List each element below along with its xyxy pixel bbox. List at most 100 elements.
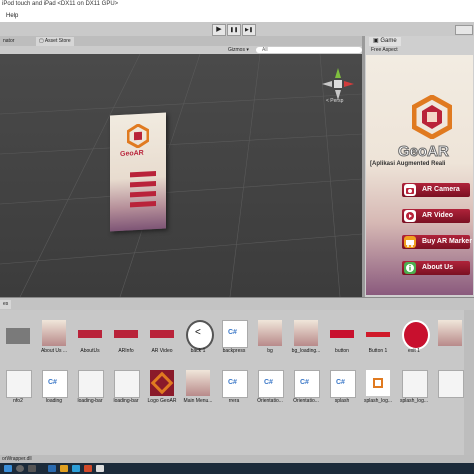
asset-label: rrera xyxy=(228,398,240,404)
asset-label: About Us ... xyxy=(40,348,68,354)
asset-item[interactable]: C# Orientatio... xyxy=(256,370,284,410)
file-icon xyxy=(402,370,428,398)
asset-item[interactable]: exit 1 xyxy=(400,320,430,360)
bar-sprite-icon xyxy=(366,332,390,337)
asset-item[interactable]: ARInfo xyxy=(112,320,140,360)
camera-icon xyxy=(404,184,416,196)
edge-icon[interactable] xyxy=(48,465,56,472)
asset-item[interactable]: nfo2 xyxy=(4,370,32,410)
asset-item[interactable]: Logo GeoAR xyxy=(148,370,176,410)
script-icon: C# xyxy=(294,370,320,398)
asset-item[interactable] xyxy=(436,370,464,410)
file-icon xyxy=(78,370,104,398)
pause-button[interactable]: ❚❚ xyxy=(227,24,241,36)
image-icon xyxy=(42,320,66,346)
video-icon xyxy=(404,210,416,222)
tab-game-label: Game xyxy=(380,38,397,44)
status-bar: orWrapper.dll xyxy=(0,455,474,463)
geoar-logo-icon xyxy=(412,95,452,139)
aspect-dropdown[interactable]: Free Aspect xyxy=(367,46,474,54)
button-sprite-icon xyxy=(78,330,102,338)
scene-btn-3 xyxy=(130,191,156,198)
asset-item[interactable]: C# backpress xyxy=(220,320,248,360)
asset-item[interactable]: AR Video xyxy=(148,320,176,360)
chrome-icon[interactable] xyxy=(84,465,92,472)
step-button[interactable]: ▶❚ xyxy=(242,24,256,36)
toolbar: ▶ ❚❚ ▶❚ xyxy=(0,22,474,37)
cart-icon xyxy=(404,236,416,248)
asset-label: loading-bar xyxy=(77,398,103,404)
asset-label: bg xyxy=(267,348,273,354)
asset-label: exit 1 xyxy=(408,348,420,354)
start-icon[interactable] xyxy=(4,465,12,472)
asset-item[interactable]: bg_loading... xyxy=(292,320,320,360)
store-icon[interactable] xyxy=(72,465,80,472)
asset-item[interactable]: bg xyxy=(256,320,284,360)
status-text: orWrapper.dll xyxy=(2,456,32,462)
scene-phone-object[interactable]: GeoAR xyxy=(110,112,166,232)
asset-item[interactable]: loading-bar xyxy=(76,370,104,410)
asset-item[interactable]: < back 1 xyxy=(184,320,214,360)
script-icon: C# xyxy=(330,370,356,398)
asset-item[interactable]: C# Orientatio... xyxy=(292,370,320,410)
unity-icon[interactable] xyxy=(96,465,104,472)
script-icon: C# xyxy=(222,320,248,348)
asset-label: Main Menu... xyxy=(183,398,213,404)
explorer-icon[interactable] xyxy=(60,465,68,472)
scene-btn-1 xyxy=(130,171,156,178)
tab-asset-store[interactable]: ▢ Asset Store xyxy=(36,37,74,46)
asset-label: back 1 xyxy=(190,348,206,354)
asset-item[interactable]: button xyxy=(328,320,356,360)
asset-label: Button 1 xyxy=(368,348,388,354)
asset-item[interactable]: C# splash xyxy=(328,370,356,410)
asset-item[interactable]: C# rrera xyxy=(220,370,248,410)
file-icon xyxy=(438,370,464,398)
scene-btn-4 xyxy=(130,201,156,208)
persp-label: < Persp xyxy=(326,98,344,104)
asset-label: splash_log... xyxy=(363,398,393,404)
layers-dropdown[interactable] xyxy=(455,25,473,35)
asset-label: splash xyxy=(334,398,350,404)
asset-item[interactable]: loading-bar xyxy=(112,370,140,410)
asset-item[interactable]: splash_log... xyxy=(364,370,392,410)
asset-item[interactable]: Main Menu... xyxy=(184,370,212,410)
asset-item[interactable]: splash_log... xyxy=(400,370,428,410)
asset-item[interactable]: About Us ... xyxy=(40,320,68,360)
taskview-icon[interactable] xyxy=(28,465,36,472)
back-icon: < xyxy=(186,320,214,350)
scene-orientation-gizmo[interactable]: < Persp xyxy=(318,64,358,104)
script-icon: C# xyxy=(222,370,248,398)
game-panel: ▣ Game Free Aspect GeoAR [Aplikasi Augme… xyxy=(365,36,474,297)
asset-label: nfo2 xyxy=(13,398,23,404)
tab-asset-store-label: Asset Store xyxy=(44,38,71,44)
tab-game[interactable]: ▣ Game xyxy=(369,37,401,46)
asset-item[interactable] xyxy=(436,320,464,360)
ar-video-label: AR Video xyxy=(422,212,453,219)
scene-logo-icon xyxy=(127,123,149,149)
image-icon xyxy=(438,320,462,346)
asset-item[interactable]: Button 1 xyxy=(364,320,392,360)
asset-label: loading-bar xyxy=(113,398,139,404)
ar-camera-label: AR Camera xyxy=(422,186,460,193)
taskbar xyxy=(0,463,474,474)
logo-thumb-icon xyxy=(366,370,390,396)
gizmos-dropdown[interactable]: Gizmos ▾ xyxy=(228,46,249,54)
scene-view[interactable]: < Persp GeoAR xyxy=(0,54,362,297)
menu-bar: Help xyxy=(0,11,474,22)
scene-search-input[interactable]: All xyxy=(256,47,362,53)
project-scrollbar[interactable] xyxy=(464,310,474,455)
asset-item[interactable]: C# loading xyxy=(40,370,68,410)
menu-help[interactable]: Help xyxy=(6,13,18,19)
scene-tabs: nator ▢ Asset Store xyxy=(0,36,362,46)
asset-item[interactable] xyxy=(4,320,32,360)
file-icon xyxy=(6,370,32,398)
play-sprite-icon xyxy=(330,330,354,338)
play-button[interactable]: ▶ xyxy=(212,24,226,36)
tab-project[interactable]: es xyxy=(0,300,12,309)
asset-label: Logo GeoAR xyxy=(147,398,177,404)
game-view[interactable]: GeoAR [Aplikasi Augmented Reali AR Camer… xyxy=(366,55,473,295)
asset-label: loading xyxy=(45,398,63,404)
asset-item[interactable]: AboutUs xyxy=(76,320,104,360)
tab-animator[interactable]: nator xyxy=(0,37,17,46)
search-icon[interactable] xyxy=(16,465,24,472)
